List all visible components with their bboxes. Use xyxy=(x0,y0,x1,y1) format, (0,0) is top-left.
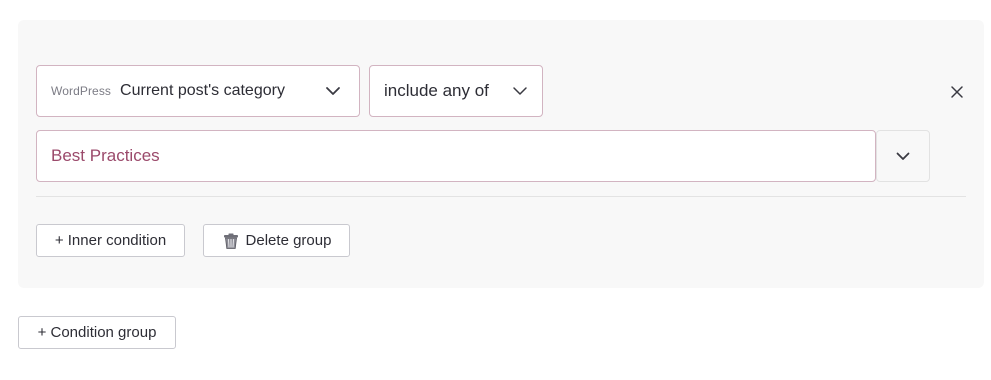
inner-condition-label: + Inner condition xyxy=(54,232,167,249)
divider xyxy=(36,196,966,197)
chevron-down-icon xyxy=(325,83,341,99)
delete-group-label: Delete group xyxy=(245,232,332,249)
operator-select[interactable]: include any of xyxy=(369,65,543,117)
field-select[interactable]: WordPress Current post's category xyxy=(36,65,360,117)
condition-group-label: + Condition group xyxy=(37,324,157,341)
add-condition-group-button[interactable]: + Condition group xyxy=(18,316,176,349)
delete-group-button[interactable]: Delete group xyxy=(203,224,350,257)
chevron-down-icon xyxy=(895,148,911,164)
selected-value-tag: Best Practices xyxy=(51,146,160,165)
operator-select-value: include any of xyxy=(384,81,489,100)
source-label: WordPress xyxy=(51,84,112,98)
field-select-value: Current post's category xyxy=(120,82,285,99)
chevron-down-icon xyxy=(512,83,528,99)
condition-group-panel: WordPress Current post's category includ… xyxy=(18,20,984,288)
value-select-input[interactable]: Best Practices xyxy=(36,130,876,182)
trash-icon xyxy=(222,232,240,250)
close-icon[interactable] xyxy=(947,82,967,102)
value-dropdown-toggle[interactable] xyxy=(876,130,930,182)
add-inner-condition-button[interactable]: + Inner condition xyxy=(36,224,185,257)
